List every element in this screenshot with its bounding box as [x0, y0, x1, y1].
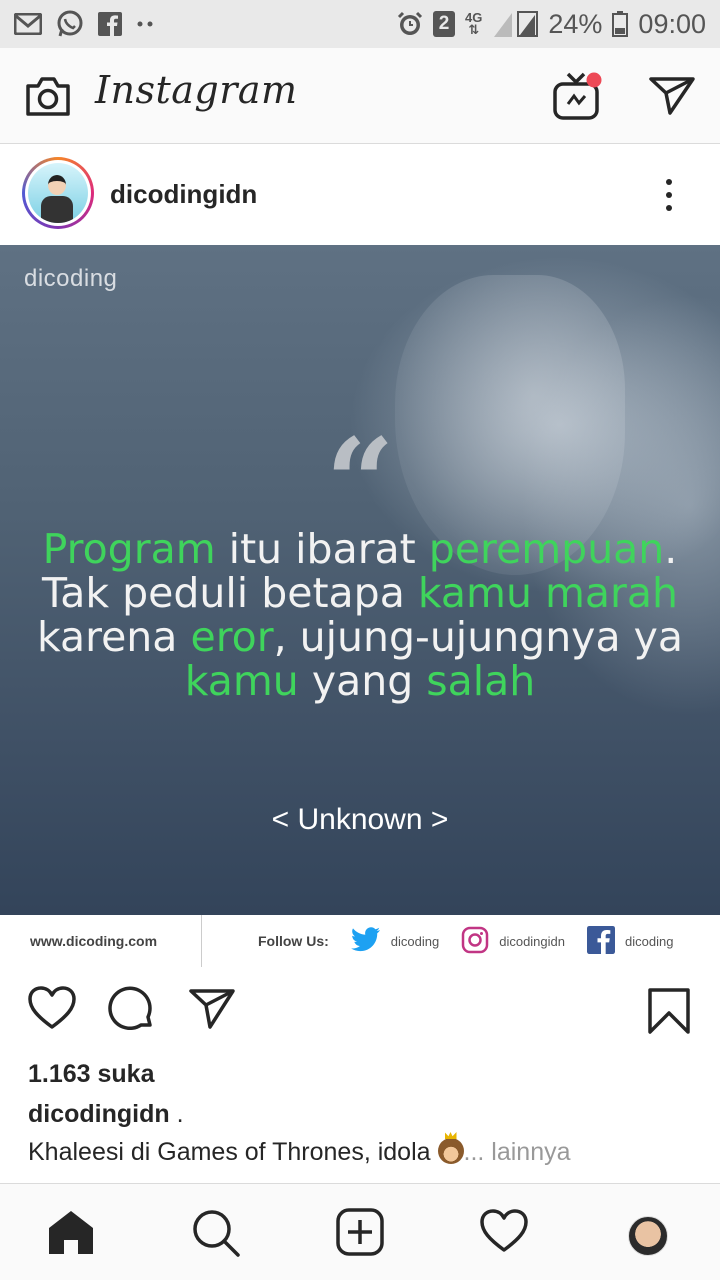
quote-author: < Unknown > — [271, 803, 449, 836]
clock: 09:00 — [638, 8, 706, 39]
quote-highlight: Program — [42, 525, 216, 573]
twitter-handle: dicoding — [350, 926, 439, 956]
camera-icon[interactable] — [24, 74, 72, 123]
network-type: 4G ⇅ — [465, 10, 483, 37]
instagram-icon — [461, 926, 489, 957]
caption-username[interactable]: dicodingidn . — [28, 1100, 184, 1129]
sim-badge: 2 — [433, 11, 456, 37]
facebook-brand-icon — [587, 925, 615, 957]
whatsapp-icon — [56, 10, 84, 38]
princess-emoji-icon — [437, 1138, 464, 1164]
quote-line: karena eror, ujung-ujungnya ya — [0, 615, 720, 659]
facebook-icon — [98, 12, 122, 36]
quote-highlight: kamu marah — [417, 569, 678, 617]
caption-text: Khaleesi di Games of Thrones, idola ... … — [28, 1138, 571, 1166]
home-icon[interactable] — [46, 1208, 96, 1261]
quote-text: Program itu ibarat perempuan. Tak peduli … — [0, 527, 720, 703]
battery-percent: 24% — [548, 8, 603, 39]
post-header: dicodingidn — [0, 145, 720, 245]
quote-line: Tak peduli betapa kamu marah — [0, 571, 720, 615]
quote-segment: itu ibarat — [215, 525, 429, 573]
facebook-handle: dicoding — [587, 925, 673, 957]
website-label: www.dicoding.com — [0, 915, 202, 967]
author-avatar[interactable] — [22, 157, 94, 229]
instagram-handle: dicodingidn — [461, 926, 565, 957]
quote-highlight: kamu — [184, 657, 299, 705]
more-options-icon[interactable] — [666, 179, 672, 211]
quote-segment: karena — [36, 613, 191, 661]
gmail-icon — [14, 13, 42, 35]
profile-avatar[interactable] — [628, 1216, 668, 1256]
post-actions — [0, 985, 720, 1045]
alarm-icon — [397, 11, 423, 37]
post-image[interactable]: dicoding “ Program itu ibarat perempuan.… — [0, 245, 720, 915]
post-username[interactable]: dicodingidn — [110, 179, 257, 210]
quote-line: Program itu ibarat perempuan. — [0, 527, 720, 571]
status-bar: 2 4G ⇅ 24% 09:00 — [0, 0, 720, 48]
direct-send-icon[interactable] — [648, 75, 696, 122]
quote-highlight: salah — [426, 657, 536, 705]
like-count[interactable]: 1.163 suka — [28, 1060, 155, 1089]
image-footer-strip: www.dicoding.com Follow Us: dicoding dic… — [0, 915, 720, 967]
like-heart-icon[interactable] — [27, 985, 77, 1036]
search-icon[interactable] — [191, 1208, 241, 1263]
quote-segment: , ujung-ujungnya ya — [273, 613, 683, 661]
app-header: Instagram — [0, 48, 720, 144]
instagram-logo: Instagram — [95, 68, 298, 112]
quote-segment: yang — [298, 657, 427, 705]
signal-icon — [492, 11, 539, 37]
quote-segment: Tak peduli betapa — [41, 569, 418, 617]
igtv-icon[interactable] — [552, 70, 604, 127]
quote-highlight: eror — [190, 613, 274, 661]
quote-segment: . — [664, 525, 678, 573]
follow-label: Follow Us: — [258, 933, 329, 949]
image-watermark: dicoding — [24, 265, 118, 292]
new-post-icon[interactable] — [336, 1208, 384, 1261]
share-send-icon[interactable] — [188, 985, 236, 1036]
activity-icon[interactable] — [479, 1208, 529, 1259]
quote-line: kamu yang salah — [0, 659, 720, 703]
twitter-icon — [350, 926, 381, 956]
more-notifications-icon — [136, 19, 154, 29]
quote-highlight: perempuan — [428, 525, 665, 573]
bottom-navigation — [0, 1183, 720, 1280]
comment-icon[interactable] — [108, 985, 156, 1038]
battery-icon — [612, 11, 629, 37]
save-bookmark-icon[interactable] — [647, 987, 691, 1040]
caption-more-link[interactable]: ... lainnya — [464, 1138, 571, 1166]
